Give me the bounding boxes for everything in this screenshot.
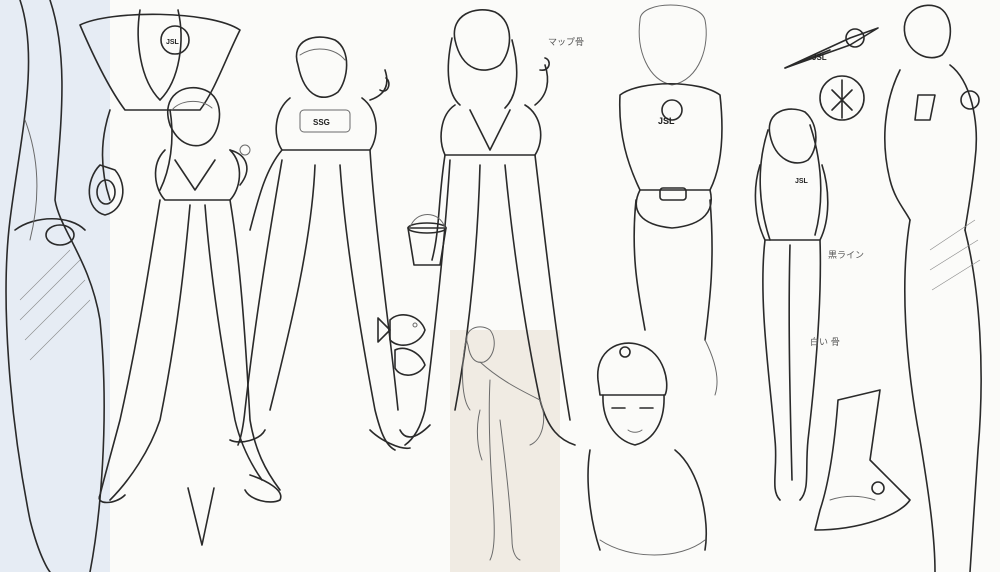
v-stroke-sketch [187,487,215,546]
bucket-sketch [407,214,447,266]
left-paper-tint [0,0,110,572]
figure-sketch-long-hair: JSL [754,108,829,501]
figure-sketch-2: SSG [229,36,411,451]
inset-paper [450,330,560,572]
chest-badge-text: JSL [166,39,180,46]
figure-sketch-tall-right [884,4,982,572]
back-emblem-text: JSL [658,116,675,126]
hip-badge-text: JSL [795,178,809,185]
helmet-sketch [587,342,708,556]
boot-sketch [814,389,911,531]
note-3: 黒ライン [828,250,864,261]
character-design-sheet: JSL SSG JSL JSL JSL マップ骨 白い 骨 黒ライン [0,0,982,572]
round-emblem-sketch [819,75,865,121]
note-1: マップ骨 [548,37,584,48]
chest-ssg-text: SSG [313,118,330,127]
figure-sketch-1 [98,86,282,504]
figure-sketch-back-view: JSL [618,4,723,396]
fish-sketch [377,314,426,376]
note-2: 白い 骨 [810,336,840,348]
emblem-sketch: JSL [784,27,879,69]
emblem-text: JSL [812,53,827,62]
